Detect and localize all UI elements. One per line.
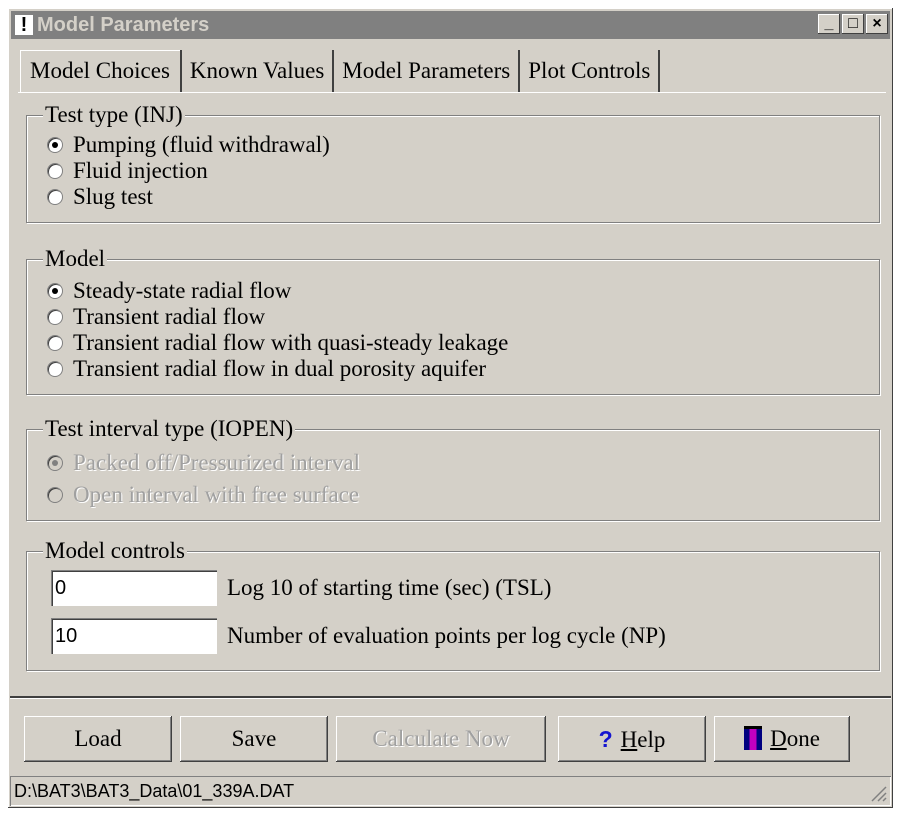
test-type-legend: Test type (INJ): [43, 102, 185, 128]
radio-button[interactable]: [47, 137, 63, 153]
tab-model-parameters[interactable]: Model Parameters: [334, 50, 521, 92]
resize-grip-icon[interactable]: [869, 784, 887, 802]
radio-label: Open interval with free surface: [73, 482, 360, 507]
radio-button[interactable]: [47, 189, 63, 205]
tab-plot-controls[interactable]: Plot Controls: [520, 50, 661, 92]
radio-steady-state[interactable]: Steady-state radial flow: [47, 278, 291, 304]
model-legend: Model: [43, 246, 108, 272]
radio-label: Transient radial flow: [73, 304, 266, 329]
radio-slug-test[interactable]: Slug test: [47, 184, 153, 210]
maximize-button[interactable]: □: [842, 14, 864, 34]
calculate-now-button: Calculate Now: [336, 716, 546, 762]
radio-button: [47, 455, 63, 471]
radio-transient-leakage[interactable]: Transient radial flow with quasi-steady …: [47, 330, 508, 356]
np-label: Number of evaluation points per log cycl…: [227, 623, 666, 648]
minimize-button[interactable]: _: [818, 14, 840, 34]
help-label: elp: [637, 727, 666, 752]
interval-type-group: Test interval type (IOPEN) Packed off/Pr…: [26, 416, 880, 521]
radio-label: Fluid injection: [73, 158, 208, 183]
help-mnemonic: H: [620, 727, 638, 752]
help-icon: ?: [598, 726, 613, 752]
help-button[interactable]: ? Help: [558, 716, 706, 762]
model-group: Model Steady-state radial flow Transient…: [26, 246, 880, 395]
interval-type-legend: Test interval type (IOPEN): [43, 416, 296, 442]
radio-button[interactable]: [47, 163, 63, 179]
radio-transient[interactable]: Transient radial flow: [47, 304, 265, 330]
done-label: one: [786, 726, 820, 751]
radio-transient-dual-porosity[interactable]: Transient radial flow in dual porosity a…: [47, 356, 486, 382]
tsl-input[interactable]: 0: [51, 570, 217, 606]
radio-label: Steady-state radial flow: [73, 278, 292, 303]
title-bar[interactable]: ! Model Parameters _ □ ×: [11, 11, 890, 39]
radio-button: [47, 487, 63, 503]
tab-strip: Model Choices Known Values Model Paramet…: [20, 50, 661, 92]
door-exit-icon: [744, 726, 763, 750]
tab-known-values[interactable]: Known Values: [182, 50, 335, 92]
radio-button[interactable]: [47, 309, 63, 325]
tsl-label: Log 10 of starting time (sec) (TSL): [227, 575, 552, 600]
model-parameters-window: ! Model Parameters _ □ × Model Choices K…: [8, 8, 893, 808]
model-controls-legend: Model controls: [43, 538, 187, 564]
model-controls-group: Model controls 0 Log 10 of starting time…: [26, 538, 880, 671]
np-input[interactable]: 10: [51, 618, 217, 654]
done-button[interactable]: Done: [714, 716, 850, 762]
window-title: Model Parameters: [37, 14, 210, 36]
radio-pumping[interactable]: Pumping (fluid withdrawal): [47, 132, 330, 158]
radio-open-interval: Open interval with free surface: [47, 482, 359, 508]
radio-fluid-injection[interactable]: Fluid injection: [47, 158, 208, 184]
radio-label: Slug test: [73, 184, 153, 209]
status-file-path: D:\BAT3\BAT3_Data\01_339A.DAT: [14, 781, 295, 801]
radio-button[interactable]: [47, 361, 63, 377]
radio-label: Pumping (fluid withdrawal): [73, 132, 330, 157]
radio-label: Transient radial flow with quasi-steady …: [73, 330, 509, 355]
radio-packed-off: Packed off/Pressurized interval: [47, 450, 360, 476]
radio-label: Packed off/Pressurized interval: [73, 450, 360, 475]
radio-button[interactable]: [47, 335, 63, 351]
done-mnemonic: D: [770, 726, 787, 751]
close-button[interactable]: ×: [866, 14, 888, 34]
save-button[interactable]: Save: [180, 716, 328, 762]
app-icon: !: [15, 15, 33, 35]
status-bar: D:\BAT3\BAT3_Data\01_339A.DAT: [10, 776, 891, 806]
load-button[interactable]: Load: [24, 716, 172, 762]
test-type-group: Test type (INJ) Pumping (fluid withdrawa…: [26, 102, 880, 223]
tab-model-choices[interactable]: Model Choices: [20, 50, 182, 92]
radio-button[interactable]: [47, 283, 63, 299]
radio-label: Transient radial flow in dual porosity a…: [73, 356, 487, 381]
separator-line: [10, 696, 891, 699]
model-choices-panel: Test type (INJ) Pumping (fluid withdrawa…: [18, 92, 886, 693]
